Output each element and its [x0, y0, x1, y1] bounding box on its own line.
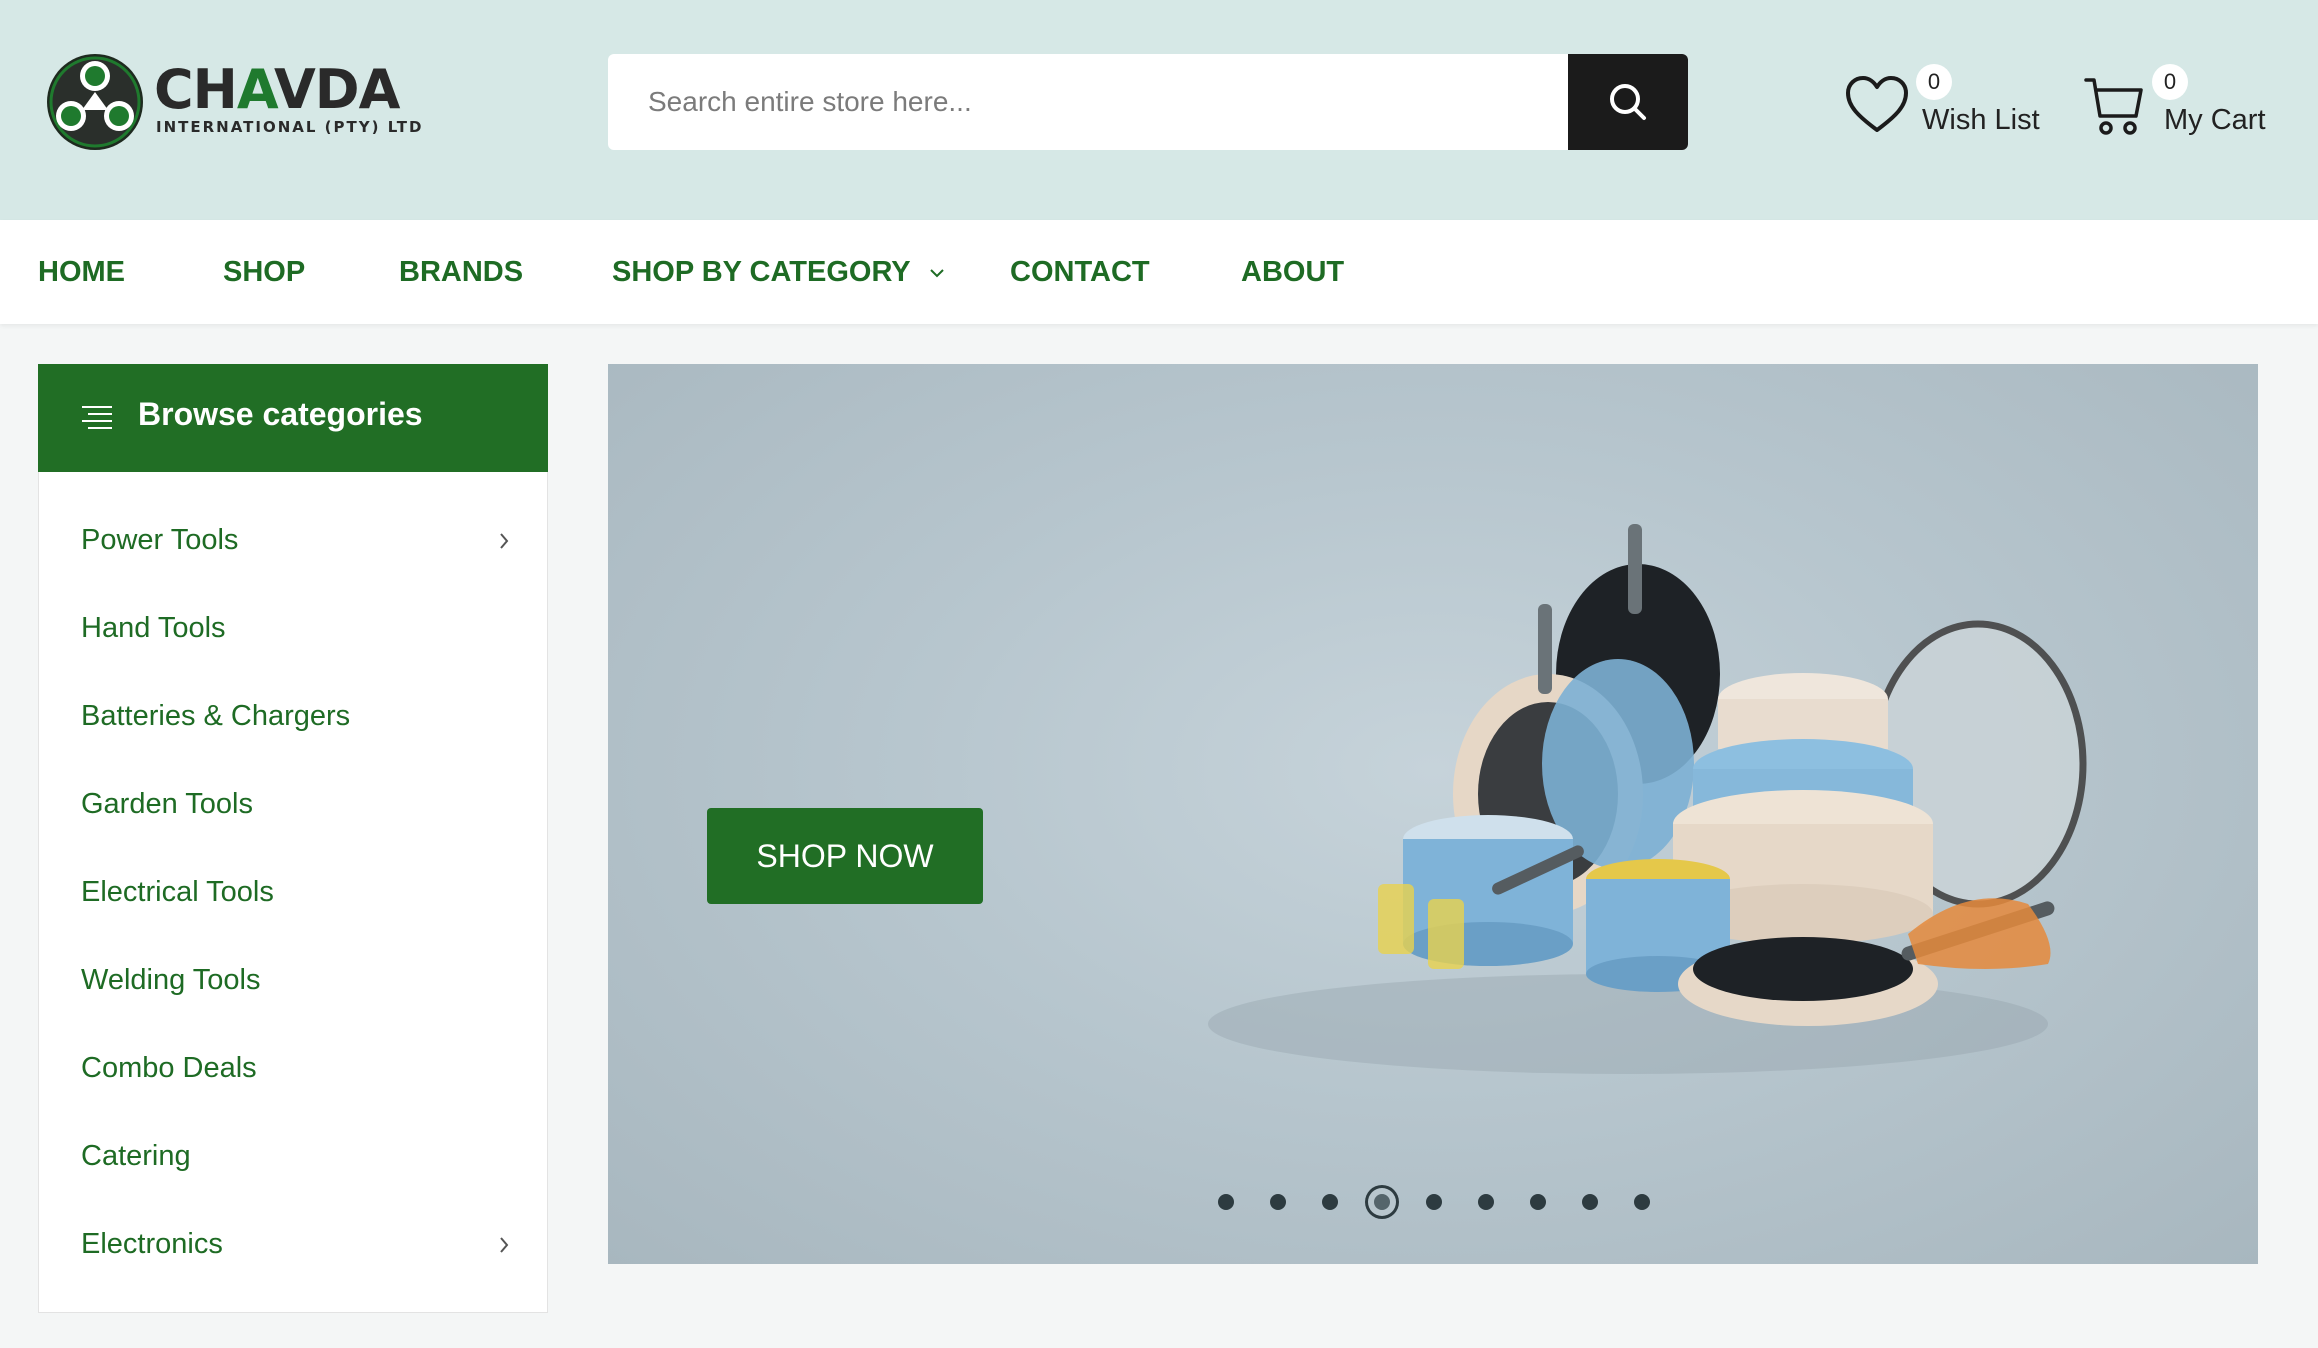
slide-dot-9[interactable]: [1634, 1194, 1650, 1210]
category-label: Combo Deals: [81, 1052, 257, 1084]
nav-brands[interactable]: BRANDS: [399, 256, 523, 289]
browse-categories-title: Browse categories: [138, 396, 423, 432]
category-hand-tools[interactable]: Hand Tools: [39, 594, 547, 664]
slide-dot-5[interactable]: [1426, 1194, 1442, 1210]
category-batteries-chargers[interactable]: Batteries & Chargers: [39, 682, 547, 752]
category-label: Catering: [81, 1140, 191, 1172]
category-label: Electronics: [81, 1228, 223, 1260]
nav-shop-by-category-label: SHOP BY CATEGORY: [612, 256, 911, 288]
chevron-down-icon: [930, 269, 944, 278]
brand-name: CHAVDA: [154, 58, 400, 121]
cart-label: My Cart: [2164, 104, 2266, 136]
browse-categories-header[interactable]: Browse categories: [38, 364, 548, 472]
slide-dot-6[interactable]: [1478, 1194, 1494, 1210]
category-list: Power Tools Hand Tools Batteries & Charg…: [38, 472, 548, 1313]
category-label: Electrical Tools: [81, 876, 274, 908]
main-navigation: HOME SHOP BRANDS SHOP BY CATEGORY CONTAC…: [0, 220, 2318, 324]
chevron-right-icon: [500, 1237, 509, 1253]
shop-now-button[interactable]: SHOP NOW: [707, 808, 983, 904]
category-catering[interactable]: Catering: [39, 1122, 547, 1192]
heart-icon: [1846, 76, 1908, 132]
category-label: Power Tools: [81, 524, 239, 556]
logo-emblem-icon: [47, 54, 143, 150]
nav-shop-by-category[interactable]: SHOP BY CATEGORY: [612, 256, 946, 289]
category-electronics[interactable]: Electronics: [39, 1210, 547, 1280]
cart-icon: [2084, 78, 2143, 135]
category-combo-deals[interactable]: Combo Deals: [39, 1034, 547, 1104]
search-box: [608, 54, 1688, 150]
nav-about[interactable]: ABOUT: [1241, 256, 1344, 289]
nav-shop[interactable]: SHOP: [223, 256, 305, 289]
cart-link[interactable]: 0 My Cart: [2084, 64, 2284, 150]
category-label: Garden Tools: [81, 788, 253, 820]
slide-dot-7[interactable]: [1530, 1194, 1546, 1210]
nav-home[interactable]: HOME: [38, 256, 125, 289]
nav-contact[interactable]: CONTACT: [1010, 256, 1150, 289]
category-power-tools[interactable]: Power Tools: [39, 506, 547, 576]
wishlist-link[interactable]: 0 Wish List: [1844, 64, 2044, 150]
cart-count-badge: 0: [2152, 64, 2188, 100]
category-welding-tools[interactable]: Welding Tools: [39, 946, 547, 1016]
search-input[interactable]: [608, 54, 1568, 150]
category-label: Batteries & Chargers: [81, 700, 351, 732]
brand-tagline: INTERNATIONAL (PTY) LTD: [156, 118, 424, 136]
slide-dot-4-active[interactable]: [1374, 1194, 1390, 1210]
category-label: Welding Tools: [81, 964, 261, 996]
slide-dot-3[interactable]: [1322, 1194, 1338, 1210]
hero-banner-slider[interactable]: SHOP NOW: [608, 364, 2258, 1264]
menu-lines-icon: [82, 406, 112, 429]
wishlist-count-badge: 0: [1916, 64, 1952, 100]
search-icon: [1610, 84, 1646, 120]
slide-dot-8[interactable]: [1582, 1194, 1598, 1210]
slide-dot-1[interactable]: [1218, 1194, 1234, 1210]
category-garden-tools[interactable]: Garden Tools: [39, 770, 547, 840]
category-label: Hand Tools: [81, 612, 226, 644]
chevron-right-icon: [500, 533, 509, 549]
slide-dot-2[interactable]: [1270, 1194, 1286, 1210]
search-button[interactable]: [1568, 54, 1688, 150]
wishlist-label: Wish List: [1922, 104, 2040, 136]
category-electrical-tools[interactable]: Electrical Tools: [39, 858, 547, 928]
header-bar: CHAVDA INTERNATIONAL (PTY) LTD 0 Wish Li…: [0, 0, 2318, 220]
brand-logo[interactable]: CHAVDA INTERNATIONAL (PTY) LTD: [42, 52, 432, 152]
